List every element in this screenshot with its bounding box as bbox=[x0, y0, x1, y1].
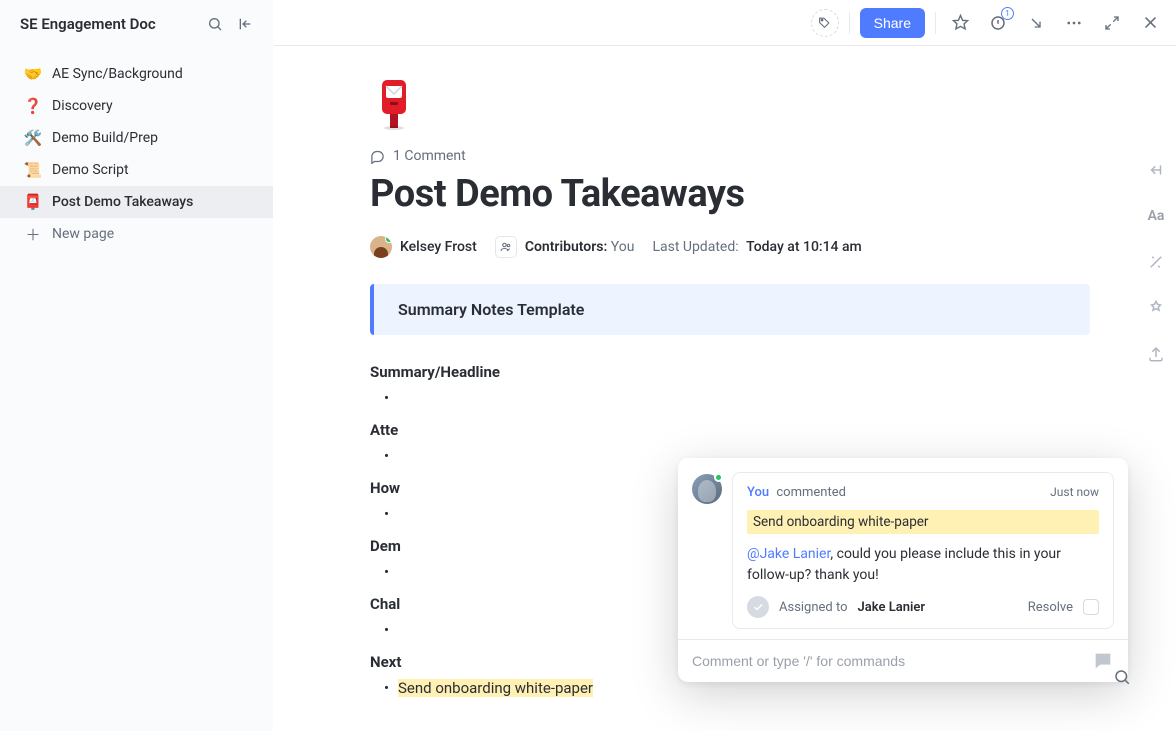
collapse-sidebar-button[interactable] bbox=[233, 12, 257, 36]
expand-icon bbox=[1104, 15, 1120, 31]
topbar-divider bbox=[935, 12, 936, 34]
notification-badge: 1 bbox=[1001, 7, 1014, 20]
sidebar-item-demo-script[interactable]: 📜 Demo Script bbox=[0, 154, 273, 186]
share-button[interactable]: Share bbox=[860, 8, 925, 38]
comment-card: You commented Just now Send onboarding w… bbox=[732, 472, 1114, 629]
comment-mention[interactable]: @Jake Lanier bbox=[747, 546, 830, 562]
sidebar-new-page[interactable]: ＋ New page bbox=[0, 218, 273, 250]
sidebar-nav: 🤝 AE Sync/Background ❓ Discovery 🛠️ Demo… bbox=[0, 46, 273, 250]
document-area: 1 Comment Post Demo Takeaways Kelsey Fro… bbox=[274, 46, 1176, 731]
comment-icon bbox=[370, 149, 385, 164]
rail-ai-button[interactable] bbox=[1142, 248, 1170, 276]
sidebar-item-demo-build[interactable]: 🛠️ Demo Build/Prep bbox=[0, 122, 273, 154]
comment-header: You commented Just now bbox=[747, 485, 1099, 500]
sidebar-item-discovery[interactable]: ❓ Discovery bbox=[0, 90, 273, 122]
comment-popup: You commented Just now Send onboarding w… bbox=[678, 458, 1128, 682]
resolve-button[interactable]: Resolve bbox=[1028, 600, 1073, 615]
typography-icon: Aa bbox=[1148, 208, 1165, 224]
plus-icon: ＋ bbox=[22, 224, 44, 245]
tag-icon bbox=[818, 16, 831, 29]
search-icon bbox=[1113, 668, 1131, 686]
sidebar-header: SE Engagement Doc bbox=[0, 0, 273, 46]
postbox-icon: 📮 bbox=[22, 193, 44, 211]
tools-icon: 🛠️ bbox=[22, 129, 44, 147]
sidebar-item-post-demo[interactable]: 📮 Post Demo Takeaways bbox=[0, 186, 273, 218]
contributors-value: You bbox=[611, 239, 635, 255]
download-icon bbox=[1028, 15, 1044, 31]
sidebar: SE Engagement Doc 🤝 AE Sync/Background ❓… bbox=[0, 0, 274, 731]
tag-button[interactable] bbox=[811, 9, 839, 37]
rail-settings-button[interactable] bbox=[1142, 294, 1170, 322]
scroll-icon: 📜 bbox=[22, 161, 44, 179]
collapse-icon bbox=[237, 16, 253, 32]
list-item[interactable] bbox=[370, 387, 1090, 407]
question-icon: ❓ bbox=[22, 97, 44, 115]
last-updated: Last Updated: Today at 10:14 am bbox=[652, 239, 861, 255]
section-summary[interactable]: Summary/Headline bbox=[370, 363, 1090, 381]
sliders-icon bbox=[1147, 299, 1165, 317]
notifications-button[interactable]: 1 bbox=[984, 9, 1012, 37]
assigned-to-label: Assigned to bbox=[779, 600, 848, 615]
doc-meta: Kelsey Frost Contributors: You Last Upda… bbox=[370, 236, 1090, 258]
close-button[interactable] bbox=[1136, 9, 1164, 37]
sidebar-search-button[interactable] bbox=[203, 12, 227, 36]
comment-action: commented bbox=[773, 485, 846, 500]
upload-icon bbox=[1147, 345, 1165, 363]
comment-count-label: 1 Comment bbox=[393, 148, 466, 164]
comment-author-you: You bbox=[747, 485, 769, 500]
sparkle-icon bbox=[1147, 253, 1165, 271]
sidebar-item-label: Discovery bbox=[52, 98, 113, 114]
expand-button[interactable] bbox=[1098, 9, 1126, 37]
resolve-checkbox[interactable] bbox=[1083, 599, 1099, 615]
page-title[interactable]: Post Demo Takeaways bbox=[370, 172, 1090, 216]
author-name: Kelsey Frost bbox=[400, 239, 477, 255]
topbar: Share 1 bbox=[274, 0, 1176, 46]
assigned-check-icon bbox=[747, 596, 769, 618]
last-updated-label: Last Updated: bbox=[652, 239, 738, 255]
search-icon bbox=[207, 16, 223, 32]
last-updated-value: Today at 10:14 am bbox=[746, 239, 862, 255]
right-rail: Aa bbox=[1136, 56, 1176, 368]
more-button[interactable] bbox=[1060, 9, 1088, 37]
section-attendees[interactable]: Atte bbox=[370, 421, 1090, 439]
star-icon bbox=[952, 14, 969, 31]
sidebar-title: SE Engagement Doc bbox=[20, 15, 203, 33]
rail-export-button[interactable] bbox=[1142, 340, 1170, 368]
contributors-label: Contributors: bbox=[525, 239, 607, 255]
indent-icon bbox=[1147, 161, 1165, 179]
handshake-icon: 🤝 bbox=[22, 65, 44, 83]
sidebar-item-label: Post Demo Takeaways bbox=[52, 194, 193, 210]
sidebar-item-label: New page bbox=[52, 226, 114, 242]
comment-input[interactable] bbox=[692, 653, 1082, 669]
comment-footer: Assigned to Jake Lanier Resolve bbox=[747, 596, 1099, 618]
comment-input-row bbox=[678, 639, 1128, 682]
comment-body: @Jake Lanier, could you please include t… bbox=[747, 544, 1099, 586]
contributors[interactable]: Contributors: You bbox=[495, 236, 635, 258]
sidebar-item-ae-sync[interactable]: 🤝 AE Sync/Background bbox=[0, 58, 273, 90]
comment-quoted-text: Send onboarding white-paper bbox=[747, 510, 1099, 534]
topbar-divider bbox=[849, 12, 850, 34]
assignee-name[interactable]: Jake Lanier bbox=[858, 600, 926, 615]
doc-author[interactable]: Kelsey Frost bbox=[370, 236, 477, 258]
author-avatar bbox=[370, 236, 392, 258]
download-button[interactable] bbox=[1022, 9, 1050, 37]
page-search-button[interactable] bbox=[1108, 663, 1136, 691]
sidebar-item-label: AE Sync/Background bbox=[52, 66, 183, 82]
rail-typography-button[interactable]: Aa bbox=[1142, 202, 1170, 230]
sidebar-item-label: Demo Script bbox=[52, 162, 129, 178]
comment-count[interactable]: 1 Comment bbox=[370, 148, 1090, 164]
ellipsis-icon bbox=[1065, 14, 1083, 32]
close-icon bbox=[1142, 14, 1159, 31]
favorite-button[interactable] bbox=[946, 9, 974, 37]
comment-author-avatar bbox=[692, 474, 722, 504]
highlighted-text[interactable]: Send onboarding white-paper bbox=[398, 679, 593, 697]
contributors-icon bbox=[495, 236, 517, 258]
template-banner[interactable]: Summary Notes Template bbox=[370, 284, 1090, 335]
rail-indent-button[interactable] bbox=[1142, 156, 1170, 184]
doc-emoji-postbox[interactable] bbox=[370, 74, 418, 130]
sidebar-item-label: Demo Build/Prep bbox=[52, 130, 158, 146]
main: Share 1 bbox=[274, 0, 1176, 731]
comment-timestamp: Just now bbox=[1050, 485, 1099, 500]
